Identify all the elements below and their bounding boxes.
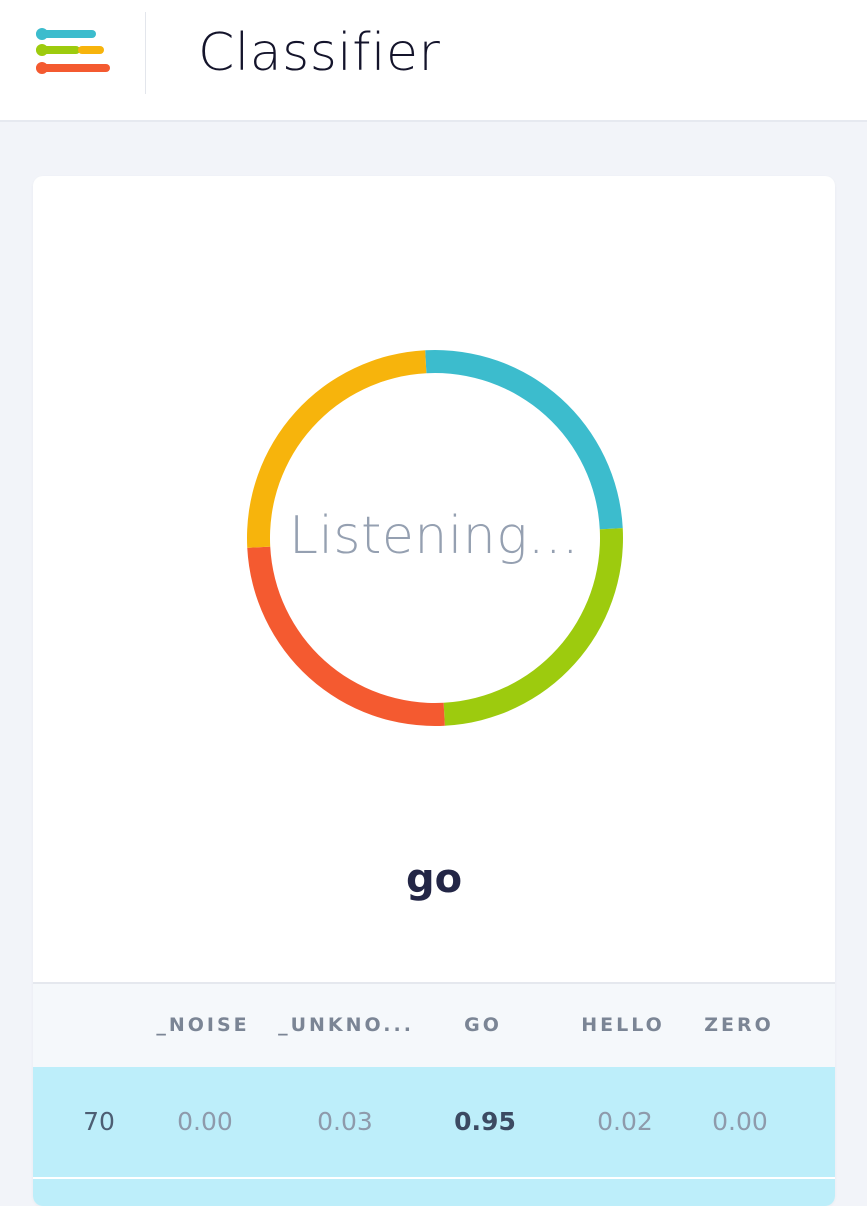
page-title: Classifier	[198, 23, 441, 83]
cell-noise: 0.00	[177, 1107, 233, 1136]
cell-zero: 0.00	[712, 1107, 768, 1136]
menu-logo-icon[interactable]	[36, 26, 110, 78]
logo-dot	[36, 62, 48, 74]
cell-go: 0.95	[454, 1107, 516, 1136]
results-table-header: _NOISE _UNKNO... GO HELLO ZERO	[33, 982, 835, 1067]
header-divider	[145, 12, 146, 94]
status-text: Listening...	[288, 506, 580, 566]
ring-segment	[247, 546, 445, 726]
logo-dot	[36, 44, 48, 56]
table-row[interactable]	[33, 1179, 835, 1206]
classifier-card: Listening... go _NOISE _UNKNO... GO HELL…	[33, 176, 835, 1206]
column-header-go: GO	[464, 1014, 502, 1036]
prediction-label: go	[405, 856, 463, 902]
ring-segment	[425, 350, 623, 530]
table-row[interactable]: 70 0.00 0.03 0.95 0.02 0.00	[33, 1067, 835, 1177]
logo-dot	[36, 28, 48, 40]
app-header: Classifier	[0, 0, 867, 122]
column-header-noise: _NOISE	[156, 1014, 250, 1036]
column-header-hello: HELLO	[581, 1014, 665, 1036]
column-header-unknown: _UNKNO...	[278, 1014, 414, 1036]
row-index: 70	[83, 1107, 115, 1136]
cell-hello: 0.02	[597, 1107, 653, 1136]
column-header-zero: ZERO	[704, 1014, 774, 1036]
cell-unknown: 0.03	[317, 1107, 373, 1136]
